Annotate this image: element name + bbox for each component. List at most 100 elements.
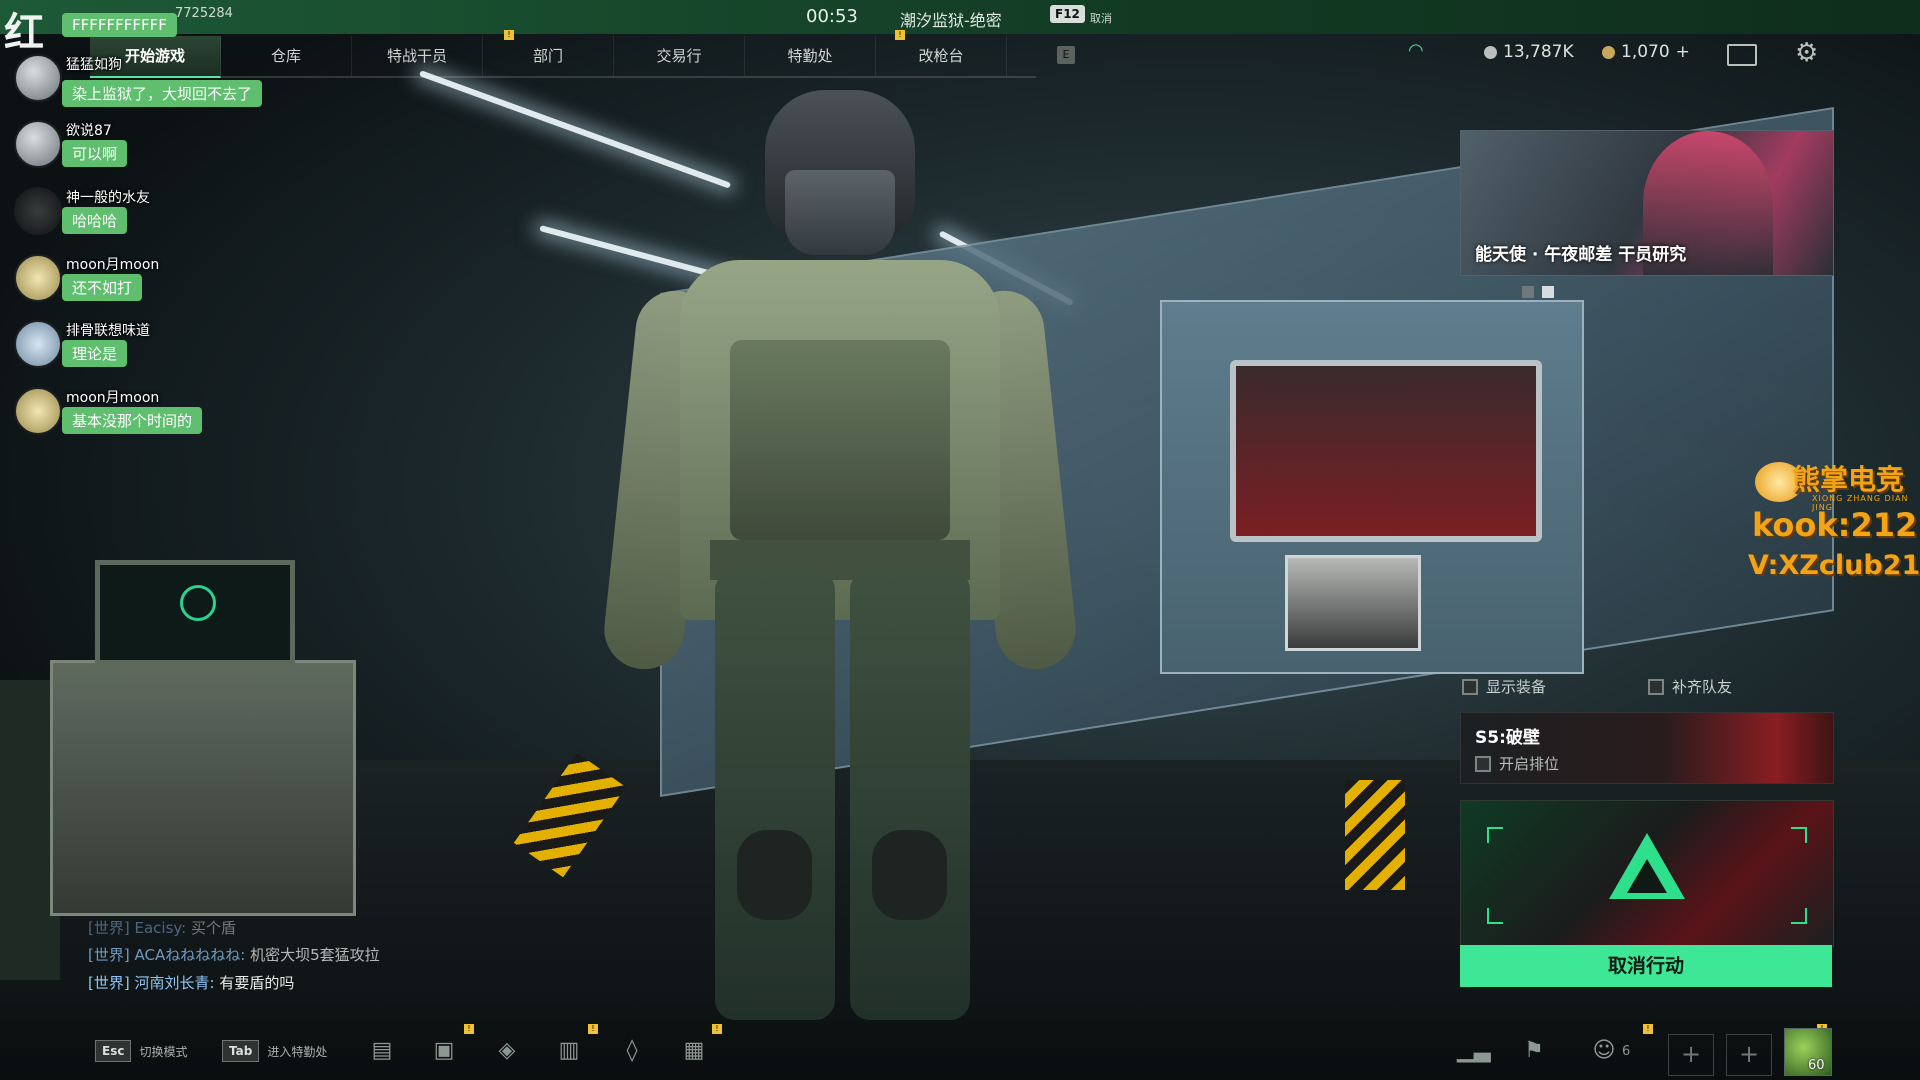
- frame-corner: [1487, 827, 1503, 843]
- banner-pager: [1522, 286, 1554, 298]
- avatar: [14, 54, 62, 102]
- fill-team-label: 补齐队友: [1672, 678, 1733, 696]
- checkbox[interactable]: [1475, 755, 1491, 772]
- tab-special-ops[interactable]: 特勤处: [745, 36, 876, 76]
- chat-bubble: 哈哈哈: [62, 207, 128, 234]
- frame-corner: [1487, 908, 1503, 924]
- currency-balance: 13,787K: [1484, 42, 1574, 62]
- chat-bubble: 还不如打: [62, 274, 143, 301]
- frame-corner: [1791, 827, 1807, 843]
- overlay-char: 红: [4, 10, 44, 56]
- nav-next-key[interactable]: E: [1057, 46, 1075, 64]
- briefing-portrait: [1285, 555, 1421, 651]
- team-count: 6: [1622, 1044, 1631, 1059]
- esc-key[interactable]: Esc: [95, 1040, 132, 1062]
- mail-icon[interactable]: [1727, 44, 1757, 66]
- avatar: [14, 320, 62, 368]
- operator-leg: [850, 570, 970, 1020]
- premium-currency[interactable]: 1,070 +: [1602, 42, 1690, 62]
- operator-character: [600, 90, 1080, 1030]
- banner-dot-active[interactable]: [1542, 286, 1554, 298]
- chat-username: 排骨联想味道: [66, 323, 150, 339]
- cart-icon[interactable]: ▥: [555, 1038, 583, 1064]
- stats-icon[interactable]: ▁▃: [1457, 1038, 1491, 1064]
- operator-leg: [715, 570, 835, 1020]
- world-chat-line: [世界] ACAねねねねね: 机密大坝5套猛攻拉: [88, 944, 380, 965]
- avatar: [14, 120, 62, 168]
- mode-triangle-inner: [1627, 859, 1667, 893]
- fill-team-toggle[interactable]: 补齐队友: [1648, 676, 1732, 697]
- chat-sender: 河南刘长青:: [134, 974, 215, 992]
- chat-channel: [世界]: [88, 919, 130, 937]
- world-chat-line: [世界] Eacisy: 买个盾: [88, 917, 236, 938]
- invite-slot-button[interactable]: +: [1668, 1034, 1714, 1076]
- mode-selector-card[interactable]: [1460, 800, 1834, 947]
- notice-pin-icon: !: [464, 1024, 474, 1034]
- switch-mode-label: 切换模式: [139, 1044, 188, 1059]
- shield-lightning-icon[interactable]: ◊: [618, 1038, 646, 1064]
- checkbox[interactable]: [1648, 678, 1664, 695]
- cancel-action-button[interactable]: 取消行动: [1460, 945, 1832, 987]
- notice-pin-icon: !: [588, 1024, 598, 1034]
- knee-pad: [737, 830, 812, 920]
- switch-mode-hint[interactable]: Esc 切换模式: [95, 1040, 187, 1062]
- nav-divider: [90, 76, 1036, 78]
- chat-bubble: 可以啊: [62, 140, 128, 167]
- tab-key[interactable]: Tab: [222, 1040, 260, 1062]
- chat-text: 买个盾: [191, 919, 237, 937]
- chat-channel: [世界]: [88, 974, 130, 992]
- notice-pin-icon: !: [712, 1024, 722, 1034]
- checkbox[interactable]: [1462, 678, 1478, 695]
- chat-bubble: FFFFFFFFFFF: [62, 13, 177, 37]
- enter-special-ops-hint[interactable]: Tab 进入特勤处: [222, 1040, 327, 1062]
- tab-gunsmith[interactable]: 改枪台: [876, 36, 1007, 76]
- flag-icon[interactable]: ⚑: [1520, 1038, 1548, 1064]
- world-chat-line: [世界] 河南刘长青: 有要盾的吗: [88, 972, 294, 993]
- season-panel[interactable]: S5:破壁 开启排位: [1460, 712, 1834, 784]
- gear-icon[interactable]: ⚙: [1795, 38, 1818, 68]
- shield-icon[interactable]: ◈: [493, 1038, 521, 1064]
- chat-text: 机密大坝5套猛攻拉: [250, 946, 380, 964]
- chat-text: 有要盾的吗: [219, 974, 295, 992]
- team-icon[interactable]: ☺: [1590, 1038, 1618, 1064]
- tab-operators[interactable]: 特战干员: [352, 36, 483, 76]
- radio-desk: [50, 660, 356, 916]
- chat-username: moon月moon: [66, 390, 160, 406]
- banner-title: 能天使 · 午夜邮差 干员研究: [1475, 245, 1687, 265]
- event-banner[interactable]: 能天使 · 午夜邮差 干员研究: [1460, 130, 1834, 276]
- hazard-post: [1345, 780, 1405, 890]
- chat-username: 猛猛如狗: [66, 57, 122, 73]
- f12-cancel-label[interactable]: 取消: [1090, 10, 1112, 26]
- gift-icon[interactable]: ▣: [430, 1038, 458, 1064]
- coin-icon: [1602, 45, 1615, 59]
- chat-channel: [世界]: [88, 946, 130, 964]
- currency-2-value: 1,070: [1621, 42, 1670, 62]
- invite-slot-button[interactable]: +: [1726, 1034, 1772, 1076]
- match-timer: 00:53: [806, 6, 858, 27]
- calendar-icon[interactable]: ▦: [680, 1038, 708, 1064]
- tab-trading[interactable]: 交易行: [614, 36, 745, 76]
- banner-dot[interactable]: [1522, 286, 1534, 298]
- ranked-toggle[interactable]: 开启排位: [1475, 753, 1559, 774]
- watermark-brand: 熊掌电竞: [1792, 463, 1905, 496]
- coin-icon: [1484, 45, 1497, 59]
- add-currency-button[interactable]: +: [1676, 42, 1690, 62]
- wifi-icon: ◠: [1408, 40, 1424, 61]
- currency-1-value: 13,787K: [1503, 42, 1574, 62]
- f12-key-hint[interactable]: F12: [1050, 5, 1085, 23]
- watermark-vx: V:XZclub212: [1748, 550, 1920, 581]
- chat-icon[interactable]: ▤: [368, 1038, 396, 1064]
- briefing-crate-image: [1230, 360, 1542, 542]
- show-gear-label: 显示装备: [1486, 678, 1547, 696]
- chat-sender: Eacisy:: [134, 919, 187, 937]
- tab-department[interactable]: 部门: [483, 36, 614, 76]
- map-name: 潮汐监狱-绝密: [900, 11, 1002, 30]
- show-gear-toggle[interactable]: 显示装备: [1462, 676, 1546, 697]
- chat-username: moon月moon: [66, 257, 160, 273]
- chat-bubble: 基本没那个时间的: [62, 407, 203, 434]
- avatar: [14, 254, 62, 302]
- avatar: [14, 387, 62, 435]
- tab-warehouse[interactable]: 仓库: [221, 36, 352, 76]
- chat-username: 神一般的水友: [66, 190, 150, 206]
- main-nav: 开始游戏 仓库 特战干员 部门 交易行 特勤处 改枪台: [90, 36, 1007, 78]
